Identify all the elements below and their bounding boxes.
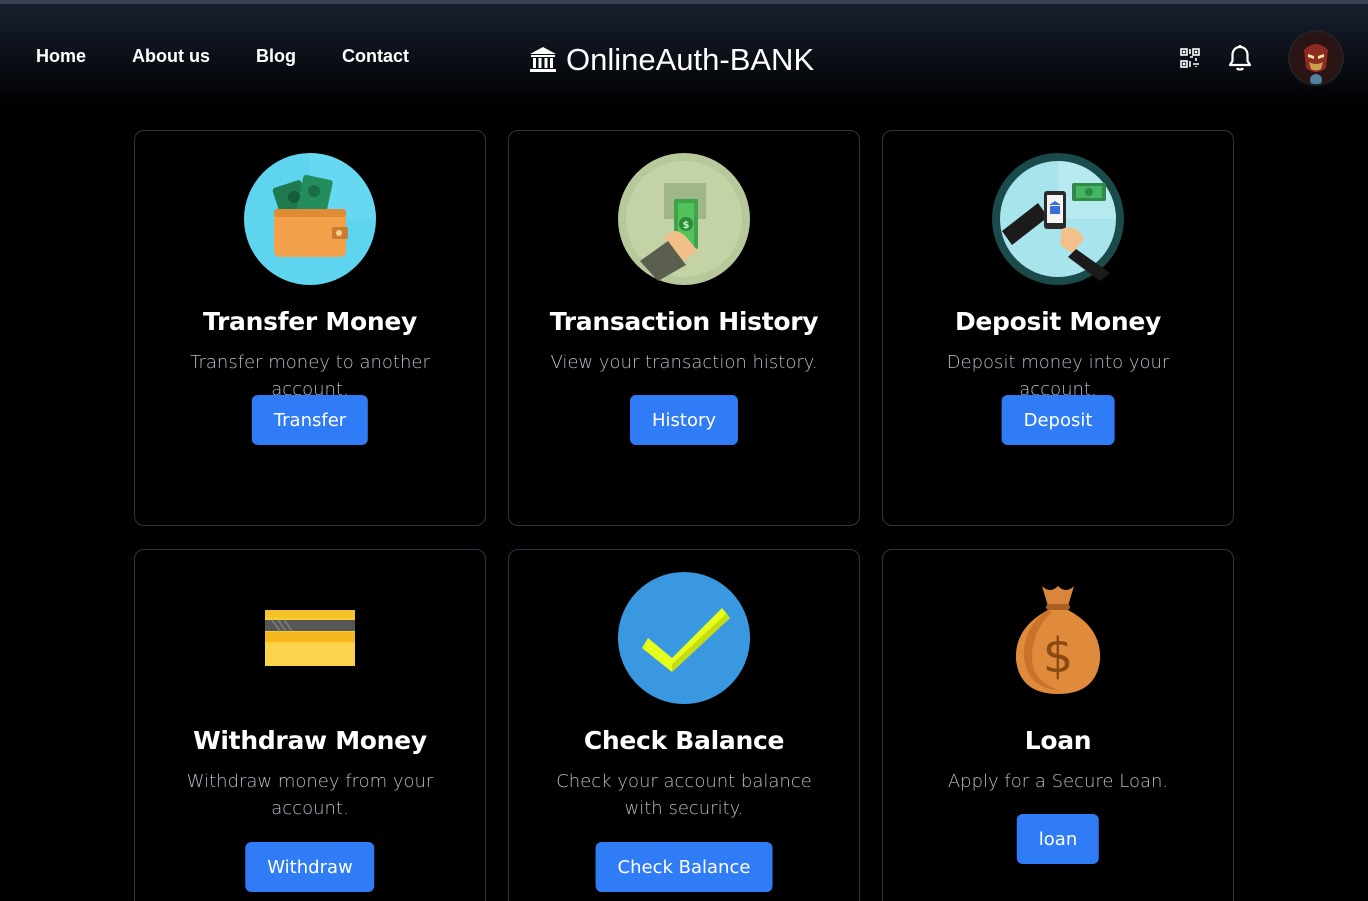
card-description: Withdraw money from your account. (186, 771, 434, 819)
card-transaction-history: $ Transaction History View your transact… (508, 130, 860, 526)
card-description: Check your account balance with security… (556, 771, 812, 819)
nav-contact-link[interactable]: Contact (342, 46, 409, 67)
nav-about-link[interactable]: About us (132, 46, 210, 67)
bell-icon[interactable] (1226, 44, 1254, 72)
svg-text:$: $ (683, 220, 690, 231)
card-transfer-money: Transfer Money Transfer money to another… (134, 130, 486, 526)
card-title: Deposit Money (954, 307, 1162, 336)
card-title: Transaction History (549, 307, 819, 336)
mobile-deposit-icon (992, 153, 1124, 285)
deposit-button[interactable]: Deposit (1001, 395, 1115, 445)
withdraw-button[interactable]: Withdraw (245, 842, 375, 892)
card-loan: $ Loan Apply for a Secure Loan. loan (882, 549, 1234, 901)
money-bag-icon: $ (992, 572, 1124, 704)
card-title: Withdraw Money (193, 726, 427, 755)
check-mark-icon (618, 572, 750, 704)
user-avatar[interactable] (1290, 32, 1342, 84)
card-check-balance: Check Balance Check your account balance… (508, 549, 860, 901)
check-balance-button[interactable]: Check Balance (595, 842, 773, 892)
card-title: Transfer Money (203, 307, 417, 336)
card-withdraw-money: Withdraw Money Withdraw money from your … (134, 549, 486, 901)
card-title: Loan (1024, 726, 1092, 755)
nav-home-link[interactable]: Home (36, 46, 86, 67)
card-deposit-money: Deposit Money Deposit money into your ac… (882, 130, 1234, 526)
card-description: View your transaction history. (550, 352, 818, 373)
top-navbar: Home About us Blog Contact OnlineAuth-BA… (0, 0, 1368, 110)
loan-button[interactable]: loan (1016, 814, 1100, 864)
svg-text:$: $ (1043, 628, 1074, 684)
services-grid: Transfer Money Transfer money to another… (134, 130, 1234, 901)
card-description: Apply for a Secure Loan. (947, 771, 1169, 792)
brand-logo[interactable]: OnlineAuth-BANK (528, 42, 814, 78)
qr-code-icon[interactable] (1176, 44, 1204, 72)
app-window: Home About us Blog Contact OnlineAuth-BA… (0, 0, 1368, 901)
bank-icon (528, 46, 558, 74)
main-nav: Home About us Blog Contact (36, 46, 455, 67)
nav-blog-link[interactable]: Blog (256, 46, 296, 67)
card-title: Check Balance (583, 726, 785, 755)
header-actions (1176, 32, 1342, 84)
transfer-button[interactable]: Transfer (251, 395, 369, 445)
brand-title: OnlineAuth-BANK (566, 42, 815, 77)
credit-card-icon (244, 572, 376, 704)
history-button[interactable]: History (629, 395, 739, 445)
hand-cash-icon: $ (618, 153, 750, 285)
wallet-money-icon (244, 153, 376, 285)
